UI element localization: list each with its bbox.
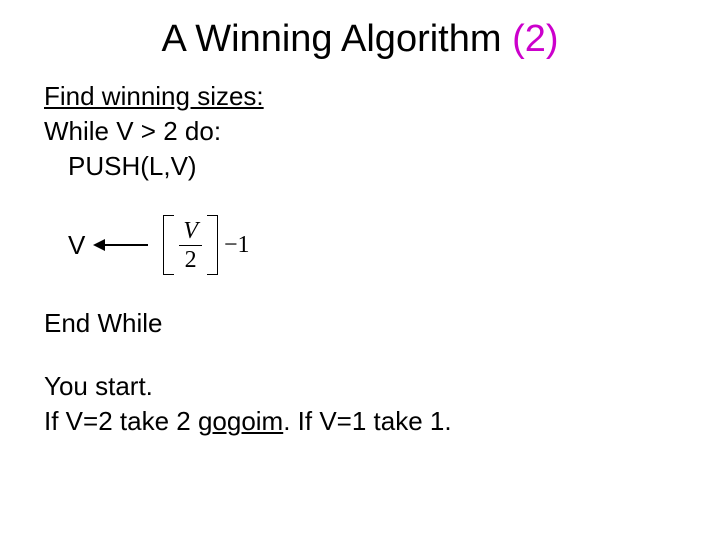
title-text-suffix: (2)	[512, 18, 558, 60]
ceil-right-bracket-icon	[206, 215, 218, 275]
while-statement: While V > 2 do:	[44, 114, 680, 149]
slide: A Winning Algorithm (2) Find winning siz…	[0, 0, 720, 540]
slide-title: A Winning Algorithm (2)	[40, 18, 680, 61]
left-arrow-icon	[93, 237, 149, 253]
fraction: V 2	[179, 219, 202, 272]
if-line: If V=2 take 2 gogoim. If V=1 take 1.	[44, 404, 680, 439]
assignment-row: V V 2 −1	[44, 210, 680, 280]
section-heading: Find winning sizes:	[44, 79, 680, 114]
gogoim-word: gogoim	[198, 406, 283, 436]
if-part-a: If V=2 take 2	[44, 406, 198, 436]
you-start-line: You start.	[44, 369, 680, 404]
if-part-b: . If V=1 take 1.	[283, 406, 451, 436]
end-while: End While	[44, 306, 680, 341]
spacer	[44, 341, 680, 369]
minus-one: −1	[224, 232, 250, 259]
title-text-main: A Winning Algorithm	[161, 18, 512, 60]
push-statement: PUSH(L,V)	[44, 149, 680, 184]
ceil-left-bracket-icon	[163, 215, 175, 275]
slide-body: Find winning sizes: While V > 2 do: PUSH…	[44, 79, 680, 440]
fraction-numerator: V	[179, 219, 202, 245]
fraction-denominator: 2	[181, 246, 201, 272]
assign-variable: V	[68, 230, 85, 261]
ceiling-formula: V 2 −1	[163, 215, 249, 275]
